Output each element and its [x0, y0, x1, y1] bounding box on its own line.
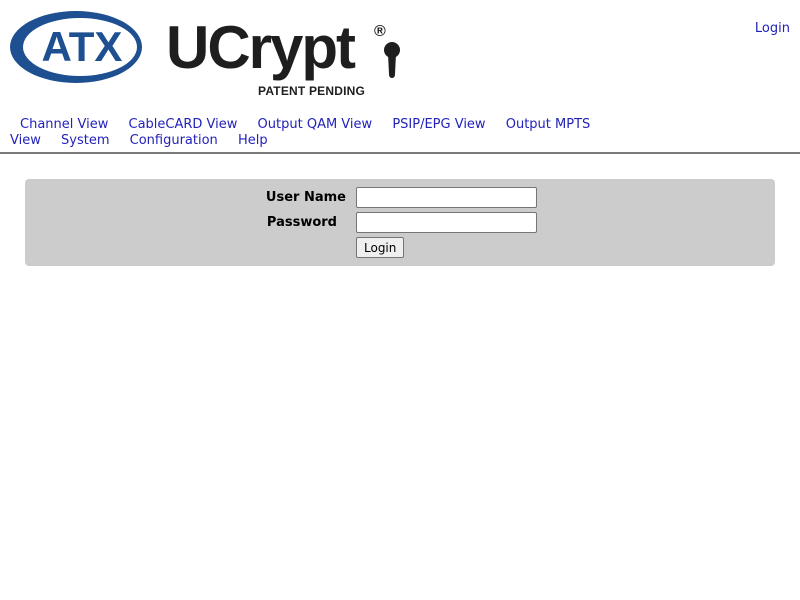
- password-input[interactable]: [356, 212, 537, 233]
- keyhole-icon: [384, 42, 400, 78]
- registered-mark: ®: [374, 23, 386, 40]
- nav-item-cablecard-view[interactable]: CableCARD View: [129, 117, 238, 132]
- login-button[interactable]: Login: [356, 237, 405, 258]
- login-panel: User Name Password Login: [25, 179, 775, 266]
- atx-logo-text: ATX: [42, 23, 123, 70]
- nav-item-configuration[interactable]: Configuration: [130, 133, 218, 148]
- nav-item-help[interactable]: Help: [238, 133, 268, 148]
- nav-item-output-qam-view[interactable]: Output QAM View: [258, 117, 373, 132]
- main-nav: Channel View CableCARD View Output QAM V…: [10, 117, 610, 149]
- username-label: User Name: [265, 190, 346, 205]
- nav-item-channel-view[interactable]: Channel View: [20, 117, 108, 132]
- nav-divider: [0, 152, 800, 154]
- ucrypt-logo-text: UCrypt: [166, 14, 356, 81]
- patent-pending-text: PATENT PENDING: [258, 84, 366, 98]
- nav-item-system[interactable]: System: [61, 133, 109, 148]
- atx-logo: ATX: [10, 11, 142, 83]
- nav-item-psip-epg-view[interactable]: PSIP/EPG View: [392, 117, 485, 132]
- login-link[interactable]: Login: [755, 21, 790, 36]
- password-label: Password: [266, 215, 337, 230]
- username-input[interactable]: [356, 187, 537, 208]
